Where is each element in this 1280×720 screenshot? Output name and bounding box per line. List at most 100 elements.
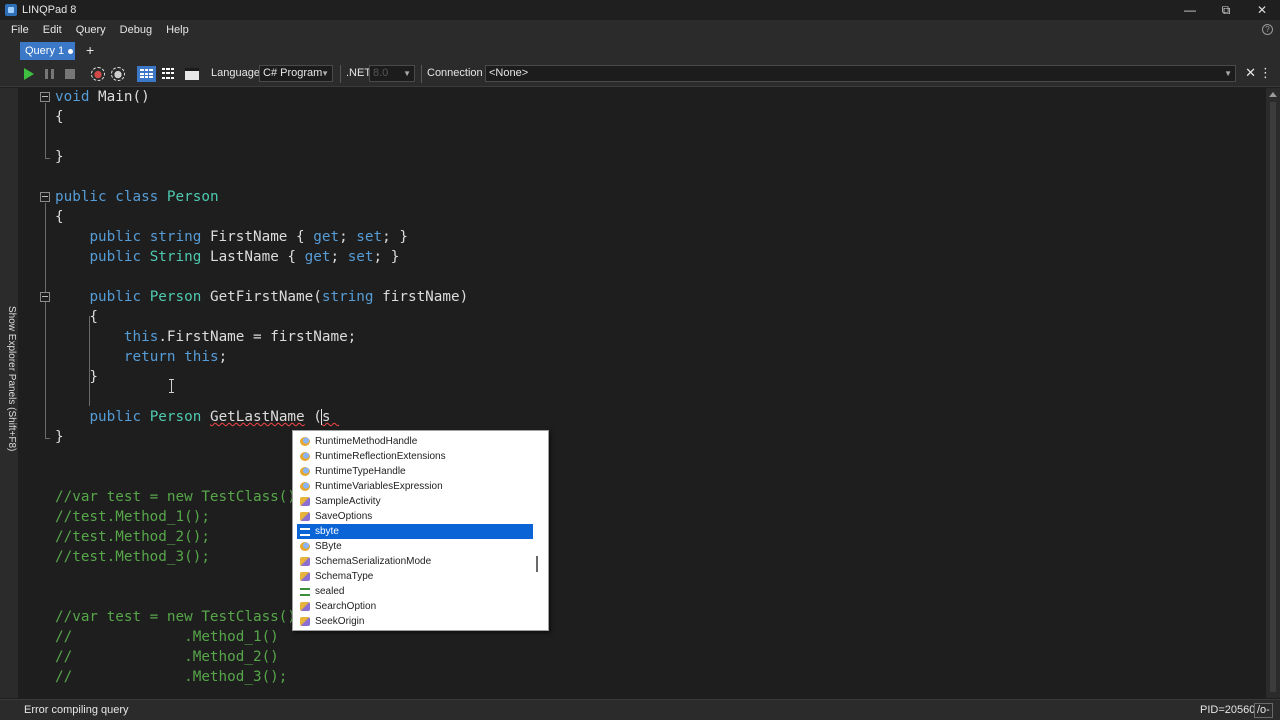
- autocomplete-item[interactable]: RuntimeMethodHandle: [297, 434, 533, 449]
- keyword-icon: [300, 588, 310, 596]
- close-window-button[interactable]: ✕: [1244, 0, 1280, 20]
- minimize-button[interactable]: —: [1172, 0, 1208, 20]
- explorer-panel-toggle[interactable]: Show Explorer Panels (Shift+F8): [0, 88, 18, 698]
- autocomplete-item-label: SampleActivity: [315, 496, 381, 507]
- debug-break-icon[interactable]: [91, 67, 105, 81]
- toolbar: Language C# Program ▼ .NET 8.0 ▼ Connect…: [0, 61, 1280, 87]
- autocomplete-item-label: sealed: [315, 586, 345, 597]
- menu-bar: File Edit Query Debug Help ?: [0, 20, 1280, 40]
- autocomplete-item-label: SearchOption: [315, 601, 377, 612]
- autocomplete-item[interactable]: RuntimeVariablesExpression: [297, 479, 533, 494]
- code-line: }: [55, 149, 64, 165]
- execute-icon[interactable]: [24, 68, 34, 80]
- autocomplete-item[interactable]: SchemaSerializationMode: [297, 554, 533, 569]
- fold-toggle-icon[interactable]: [40, 192, 50, 202]
- stop-icon[interactable]: [65, 69, 75, 79]
- language-value: C# Program: [263, 67, 323, 79]
- autocomplete-item-label: RuntimeVariablesExpression: [315, 481, 443, 492]
- code-line: {: [55, 309, 99, 325]
- struct-icon: [300, 437, 310, 446]
- title-bar: LINQPad 8 — ⧉ ✕: [0, 0, 1280, 20]
- autocomplete-item-label: SchemaType: [315, 571, 374, 582]
- restore-button[interactable]: ⧉: [1208, 0, 1244, 20]
- fold-toggle-icon[interactable]: [40, 292, 50, 302]
- status-bar: Error compiling query PID=20560 /o-: [0, 699, 1280, 720]
- new-tab-button[interactable]: +: [86, 42, 94, 58]
- tab-bar: Query 1 +: [0, 40, 1280, 61]
- window-controls: — ⧉ ✕: [1172, 0, 1280, 20]
- unsaved-dot-icon: [68, 48, 74, 54]
- autocomplete-item[interactable]: RuntimeTypeHandle: [297, 464, 533, 479]
- comment-line: //test.Method_2();: [55, 529, 210, 545]
- enum-icon: [300, 602, 310, 611]
- comment-line: //test.Method_1();: [55, 509, 210, 525]
- class-icon: [300, 452, 310, 461]
- scrollbar-thumb[interactable]: [1270, 102, 1276, 692]
- autocomplete-item-label: RuntimeTypeHandle: [315, 466, 406, 477]
- menu-help[interactable]: Help: [159, 20, 196, 40]
- status-message: Error compiling query: [24, 704, 129, 716]
- autocomplete-item-label: RuntimeReflectionExtensions: [315, 451, 446, 462]
- enum-icon: [300, 617, 310, 626]
- code-line: {: [55, 209, 64, 225]
- autocomplete-scrollbar-thumb[interactable]: [536, 556, 538, 572]
- net-label: .NET: [346, 67, 372, 79]
- code-editor[interactable]: void Main() { } public class Person { pu…: [20, 88, 1265, 698]
- autocomplete-item-label: RuntimeMethodHandle: [315, 436, 418, 447]
- autocomplete-item[interactable]: SByte: [297, 539, 533, 554]
- fold-guide-end: [45, 438, 50, 439]
- editor-scrollbar[interactable]: [1266, 88, 1280, 698]
- menu-file[interactable]: File: [4, 20, 36, 40]
- autocomplete-popup[interactable]: RuntimeMethodHandle RuntimeReflectionExt…: [292, 430, 549, 631]
- net-version-select[interactable]: 8.0 ▼: [369, 65, 415, 82]
- net-version-value: 8.0: [373, 67, 389, 79]
- help-icon[interactable]: ?: [1262, 24, 1273, 35]
- fold-guide-end: [45, 158, 50, 159]
- connection-select[interactable]: <None> ▼: [485, 65, 1236, 82]
- autocomplete-item[interactable]: RuntimeReflectionExtensions: [297, 449, 533, 464]
- code-line: public Person GetLastName (s: [89, 409, 340, 425]
- autocomplete-item-selected[interactable]: sbyte: [297, 524, 533, 539]
- autocomplete-item[interactable]: SeekOrigin: [297, 614, 533, 629]
- process-id: PID=20560: [1200, 704, 1256, 716]
- code-line: public class Person: [55, 189, 219, 205]
- code-line: {: [55, 109, 64, 125]
- comment-line: // .Method_2(): [55, 649, 279, 665]
- autocomplete-item-label: sbyte: [315, 526, 339, 537]
- debug-options-icon[interactable]: [111, 67, 125, 81]
- tab-query-1[interactable]: Query 1: [20, 42, 75, 60]
- more-options-icon[interactable]: ⋮: [1259, 65, 1272, 81]
- menu-query[interactable]: Query: [69, 20, 113, 40]
- autocomplete-item-label: SByte: [315, 541, 342, 552]
- autocomplete-item[interactable]: SaveOptions: [297, 509, 533, 524]
- menu-edit[interactable]: Edit: [36, 20, 69, 40]
- rich-text-results-icon[interactable]: [137, 66, 156, 82]
- language-select[interactable]: C# Program ▼: [259, 65, 333, 82]
- class-icon: [300, 482, 310, 491]
- autocomplete-item[interactable]: SampleActivity: [297, 494, 533, 509]
- scroll-up-icon[interactable]: [1269, 92, 1277, 97]
- autocomplete-item-label: SeekOrigin: [315, 616, 365, 627]
- pause-icon[interactable]: [45, 69, 54, 79]
- autocomplete-item-label: SaveOptions: [315, 511, 373, 522]
- enum-icon: [300, 512, 310, 521]
- close-connection-icon[interactable]: ✕: [1245, 65, 1256, 81]
- toolbar-divider: [340, 65, 341, 83]
- enum-icon: [300, 572, 310, 581]
- optimization-toggle[interactable]: /o-: [1254, 703, 1273, 718]
- autocomplete-item[interactable]: sealed: [297, 584, 533, 599]
- comment-line: // .Method_1(): [55, 629, 279, 645]
- fold-guide: [45, 203, 46, 438]
- mouse-ibeam-cursor-icon: [169, 379, 176, 393]
- fold-toggle-icon[interactable]: [40, 92, 50, 102]
- comment-line: //var test = new TestClass();: [55, 489, 305, 505]
- linqpad-logo-icon: [5, 4, 17, 16]
- results-panel-icon[interactable]: [185, 68, 199, 80]
- autocomplete-item[interactable]: SchemaType: [297, 569, 533, 584]
- data-grid-results-icon[interactable]: [160, 66, 176, 82]
- menu-debug[interactable]: Debug: [113, 20, 159, 40]
- autocomplete-item-label: SchemaSerializationMode: [315, 556, 432, 567]
- window-title: LINQPad 8: [22, 4, 77, 16]
- autocomplete-item[interactable]: SearchOption: [297, 599, 533, 614]
- tab-label: Query 1: [25, 45, 65, 57]
